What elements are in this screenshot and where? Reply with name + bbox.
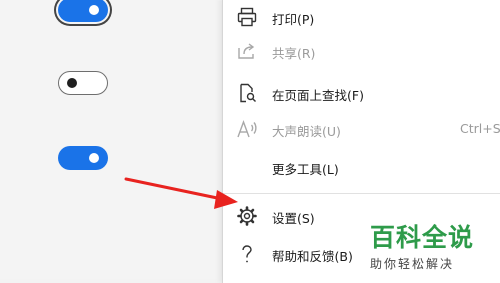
watermark: 百科全说 助你轻松解决 xyxy=(370,218,500,272)
watermark-title: 百科全说 xyxy=(370,223,475,252)
watermark-subtitle: 助你轻松解决 xyxy=(370,257,455,271)
